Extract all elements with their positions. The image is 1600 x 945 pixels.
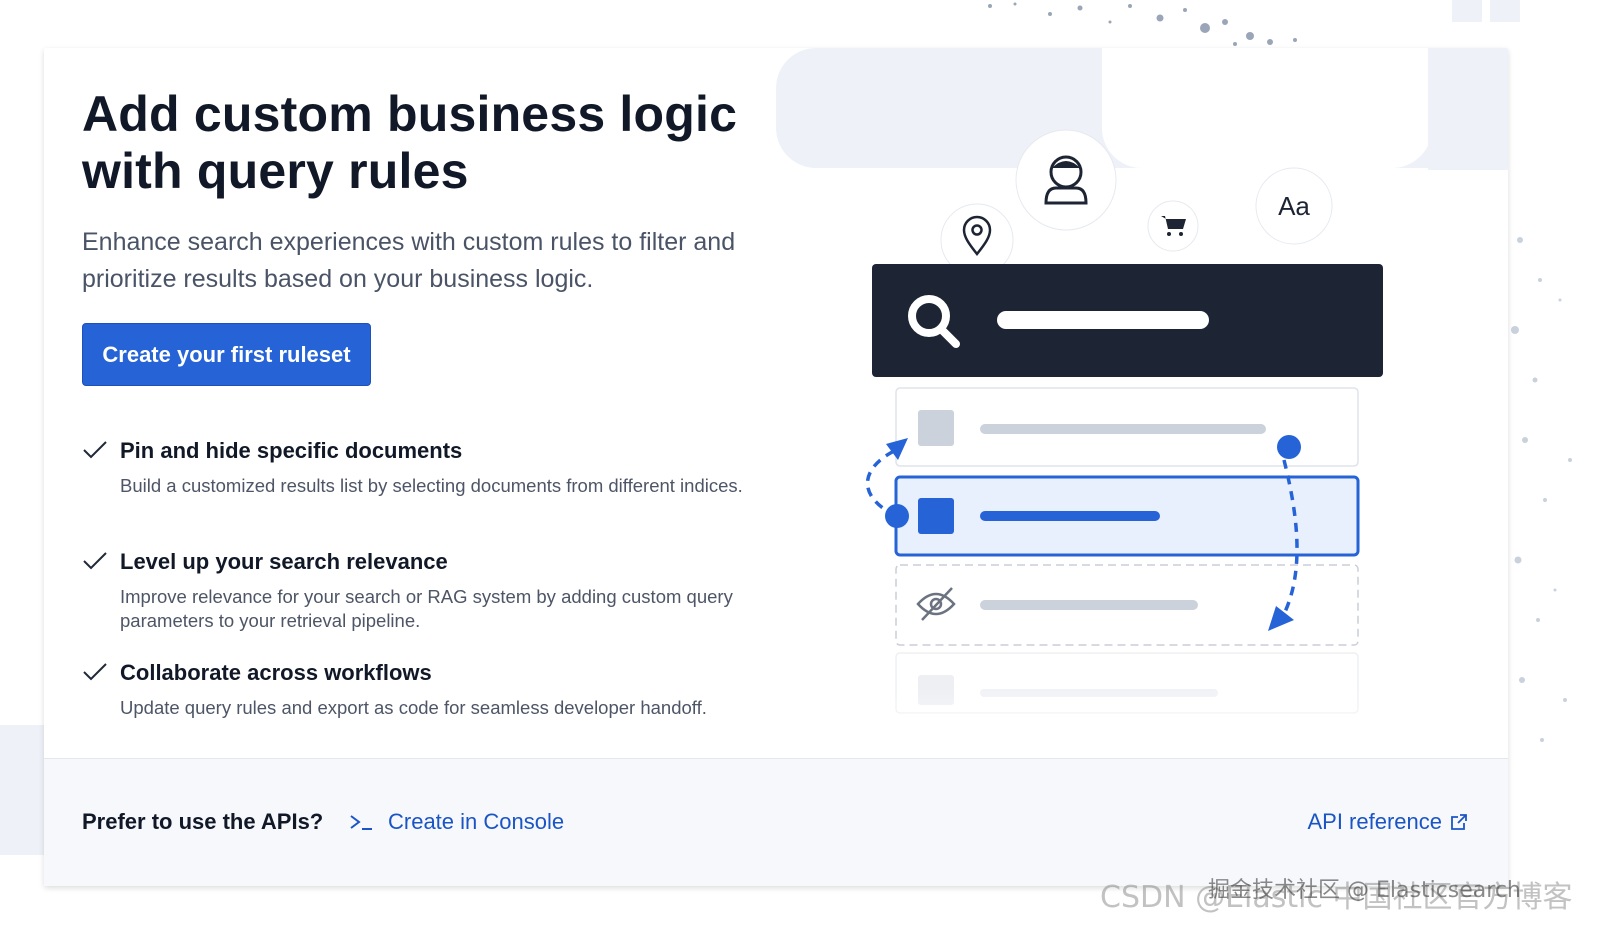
- check-icon: [83, 663, 107, 681]
- page-subtitle: Enhance search experiences with custom r…: [82, 228, 736, 293]
- query-rules-illustration: Aa: [776, 48, 1508, 758]
- query-rules-empty-state-card: Add custom business logic with query rul…: [44, 48, 1508, 886]
- feature-item-relevance: Level up your search relevance Improve r…: [82, 547, 802, 658]
- create-in-console-link[interactable]: Create in Console: [348, 809, 564, 835]
- font-icon: Aa: [1255, 167, 1333, 245]
- feature-title: Level up your search relevance: [120, 549, 448, 574]
- prefer-apis-text: Prefer to use the APIs?: [82, 809, 324, 834]
- font-icon-label: Aa: [1278, 191, 1310, 221]
- external-link-icon: [1451, 814, 1467, 830]
- feature-description: Build a customized results list by selec…: [120, 475, 743, 496]
- feature-list: Pin and hide specific documents Build a …: [82, 436, 802, 769]
- title-line-2: with query rules: [82, 143, 469, 199]
- feature-description: Improve relevance for your search or RAG…: [120, 586, 733, 631]
- user-icon: [1015, 129, 1117, 231]
- feature-item-collaborate: Collaborate across workflows Update quer…: [82, 658, 802, 769]
- api-reference-link[interactable]: API reference: [1307, 809, 1468, 835]
- create-in-console-label: Create in Console: [388, 809, 565, 834]
- page-title: Add custom business logic with query rul…: [82, 86, 802, 200]
- title-line-1: Add custom business logic: [82, 86, 738, 142]
- feature-description: Update query rules and export as code fo…: [120, 697, 707, 718]
- background-spray: [1511, 237, 1572, 742]
- feature-title: Pin and hide specific documents: [120, 438, 463, 463]
- feature-title: Collaborate across workflows: [120, 660, 432, 685]
- result-row-pinned: [894, 475, 1360, 557]
- watermark-juejin: 掘金技术社区 @ Elasticsearch: [1208, 878, 1521, 903]
- check-icon: [83, 552, 107, 570]
- cart-icon: [1147, 200, 1199, 252]
- card-footer: Prefer to use the APIs? Create in Consol…: [44, 758, 1508, 886]
- search-bar-graphic: [872, 264, 1383, 377]
- feature-item-pin-hide: Pin and hide specific documents Build a …: [82, 436, 802, 547]
- check-icon: [83, 441, 107, 459]
- create-first-ruleset-button[interactable]: Create your first ruleset: [82, 323, 371, 386]
- console-prompt-icon: [350, 815, 372, 830]
- api-reference-label: API reference: [1307, 809, 1442, 834]
